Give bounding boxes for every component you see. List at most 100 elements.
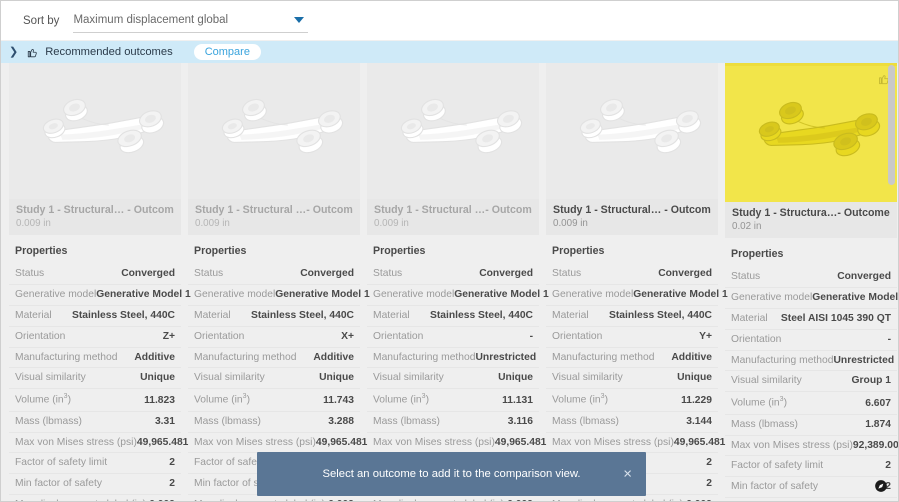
outcome-title: Study 1 - Structural …- Outcome 1 xyxy=(374,204,532,216)
property-key: Mass (lbmass) xyxy=(194,415,261,427)
property-row: Generative model Generative Model 1 xyxy=(546,285,728,306)
property-key: Status xyxy=(731,271,761,282)
outcome-thumbnail[interactable] xyxy=(725,66,897,202)
property-value: 11.823 xyxy=(144,394,175,406)
property-key: Orientation xyxy=(194,330,245,342)
outcome-subtitle: 0.009 in xyxy=(374,218,409,229)
property-value: Converged xyxy=(121,268,175,279)
property-row: Mass (lbmass) 1.874 xyxy=(725,415,897,436)
property-value: Generative Model 1 xyxy=(275,288,370,300)
property-key: Factor of safety limit xyxy=(731,460,824,472)
property-row: Manufacturing method Additive xyxy=(188,348,360,369)
property-row: Mass (lbmass) 3.31 xyxy=(9,412,181,433)
recommended-outcomes-band[interactable]: ❯ Recommended outcomes Compare xyxy=(1,41,898,63)
property-row: Max displacement global (in) 0.009 xyxy=(188,495,360,501)
property-key: Max von Mises stress (psi) xyxy=(194,436,316,448)
properties-header: Properties xyxy=(552,245,605,257)
property-key: Material xyxy=(552,309,589,321)
property-value: Converged xyxy=(658,268,712,279)
property-key: Manufacturing method xyxy=(552,351,655,363)
outcome-title: Study 1 - Structural …- Outcome 2 xyxy=(195,204,353,216)
property-key: Visual similarity xyxy=(552,372,623,384)
property-value: 49,965.481 xyxy=(136,436,189,448)
outcome-thumbnail[interactable] xyxy=(546,63,718,199)
property-row: Material Stainless Steel, 440C xyxy=(188,306,360,327)
scrollbar-thumb[interactable] xyxy=(888,65,895,185)
outcome-card[interactable]: Study 1 - Structural… - Outcome 4 0.009 … xyxy=(9,63,191,501)
property-value: Unique xyxy=(498,372,533,384)
property-row: Mass (lbmass) 3.288 xyxy=(188,412,360,433)
property-value: Generative Model 1 xyxy=(812,291,898,303)
compare-button[interactable]: Compare xyxy=(193,44,261,60)
property-value: 11.229 xyxy=(681,394,712,406)
property-value: Unrestricted xyxy=(475,351,537,363)
property-value: 0.009 xyxy=(686,498,712,501)
property-value: 49,965.481 xyxy=(315,436,368,448)
property-key: Volume (in3) xyxy=(194,393,250,406)
property-row: Max von Mises stress (psi) 49,965.481 xyxy=(9,433,188,454)
property-row: Max von Mises stress (psi) 49,965.481 xyxy=(367,433,546,454)
property-row: Visual similarity Unique xyxy=(367,368,539,390)
property-row: Visual similarity Group 1 xyxy=(725,371,897,393)
property-value: Group 1 xyxy=(851,375,891,387)
property-value: 11.743 xyxy=(323,394,354,406)
close-icon[interactable]: × xyxy=(623,467,632,482)
property-row: Volume (in3) 11.131 xyxy=(367,389,539,412)
chevron-right-icon[interactable]: ❯ xyxy=(9,46,18,58)
property-key: Mass (lbmass) xyxy=(731,418,798,430)
outcome-card-header[interactable]: Study 1 - Structura…- Outcome 13 0.02 in xyxy=(725,202,897,238)
property-key: Max von Mises stress (psi) xyxy=(15,436,137,448)
outcome-card-header[interactable]: Study 1 - Structural …- Outcome 1 0.009 … xyxy=(367,199,539,235)
property-value: 11.131 xyxy=(502,394,533,406)
property-key: Visual similarity xyxy=(194,372,265,384)
property-key: Visual similarity xyxy=(15,372,86,384)
outcomes-grid[interactable]: Study 1 - Structural… - Outcome 4 0.009 … xyxy=(1,63,898,501)
property-key: Volume (in3) xyxy=(373,393,429,406)
outcome-card-header[interactable]: Study 1 - Structural… - Outcome 3 0.009 … xyxy=(546,199,718,235)
vertical-scrollbar[interactable] xyxy=(888,65,895,495)
property-row: Material Stainless Steel, 440C xyxy=(9,306,181,327)
outcome-card[interactable]: Study 1 - Structural …- Outcome 2 0.009 … xyxy=(188,63,370,501)
sort-toolbar: Sort by Maximum displacement global xyxy=(1,1,898,41)
outcome-3d-model xyxy=(400,98,523,154)
outcome-thumbnail[interactable] xyxy=(9,63,181,199)
property-value: X+ xyxy=(341,330,354,342)
property-key: Generative model xyxy=(194,288,276,300)
outcome-card-header[interactable]: Study 1 - Structural… - Outcome 4 0.009 … xyxy=(9,199,181,235)
property-row: Visual similarity Unique xyxy=(9,368,181,390)
outcome-card[interactable]: Study 1 - Structura…- Outcome 13 0.02 in… xyxy=(725,63,898,501)
property-key: Manufacturing method xyxy=(373,351,476,363)
property-key: Generative model xyxy=(373,288,455,300)
property-value: Additive xyxy=(313,351,354,363)
property-row: Material Stainless Steel, 440C xyxy=(546,306,718,327)
toast-notification: Select an outcome to add it to the compa… xyxy=(257,452,646,496)
property-row: Max displacement global (in) 0.02 xyxy=(725,498,897,501)
property-key: Visual similarity xyxy=(731,375,802,387)
property-key: Volume (in3) xyxy=(552,393,608,406)
property-row: Orientation Z+ xyxy=(9,327,181,348)
property-key: Orientation xyxy=(731,333,782,345)
property-value: 0.009 xyxy=(328,498,354,501)
property-value: Steel AISI 1045 390 QT xyxy=(780,312,891,324)
property-row: Max von Mises stress (psi) 92,389.003 xyxy=(725,436,898,457)
property-value: Stainless Steel, 440C xyxy=(250,309,354,321)
property-row: Material Steel AISI 1045 390 QT xyxy=(725,309,897,330)
property-key: Volume (in3) xyxy=(731,396,787,409)
property-value: 3.288 xyxy=(328,415,354,427)
outcome-thumbnail[interactable] xyxy=(367,63,539,199)
property-value: Unrestricted xyxy=(833,354,895,366)
property-row: Generative model Generative Model 1 xyxy=(9,285,191,306)
outcome-card-header[interactable]: Study 1 - Structural …- Outcome 2 0.009 … xyxy=(188,199,360,235)
outcome-thumbnail[interactable] xyxy=(188,63,360,199)
property-key: Mass (lbmass) xyxy=(552,415,619,427)
property-value: 2 xyxy=(169,478,175,490)
property-key: Max displacement global (in) xyxy=(194,498,325,501)
property-value: Stainless Steel, 440C xyxy=(429,309,533,321)
sort-by-select[interactable]: Maximum displacement global xyxy=(73,9,309,33)
outcome-card[interactable]: Study 1 - Structural …- Outcome 1 0.009 … xyxy=(367,63,549,501)
property-row: Status Converged xyxy=(725,267,897,288)
outcome-card[interactable]: Study 1 - Structural… - Outcome 3 0.009 … xyxy=(546,63,728,501)
nav-compass-icon[interactable] xyxy=(874,479,888,493)
property-row: Factor of safety limit 2 xyxy=(725,456,897,478)
property-key: Orientation xyxy=(15,330,66,342)
